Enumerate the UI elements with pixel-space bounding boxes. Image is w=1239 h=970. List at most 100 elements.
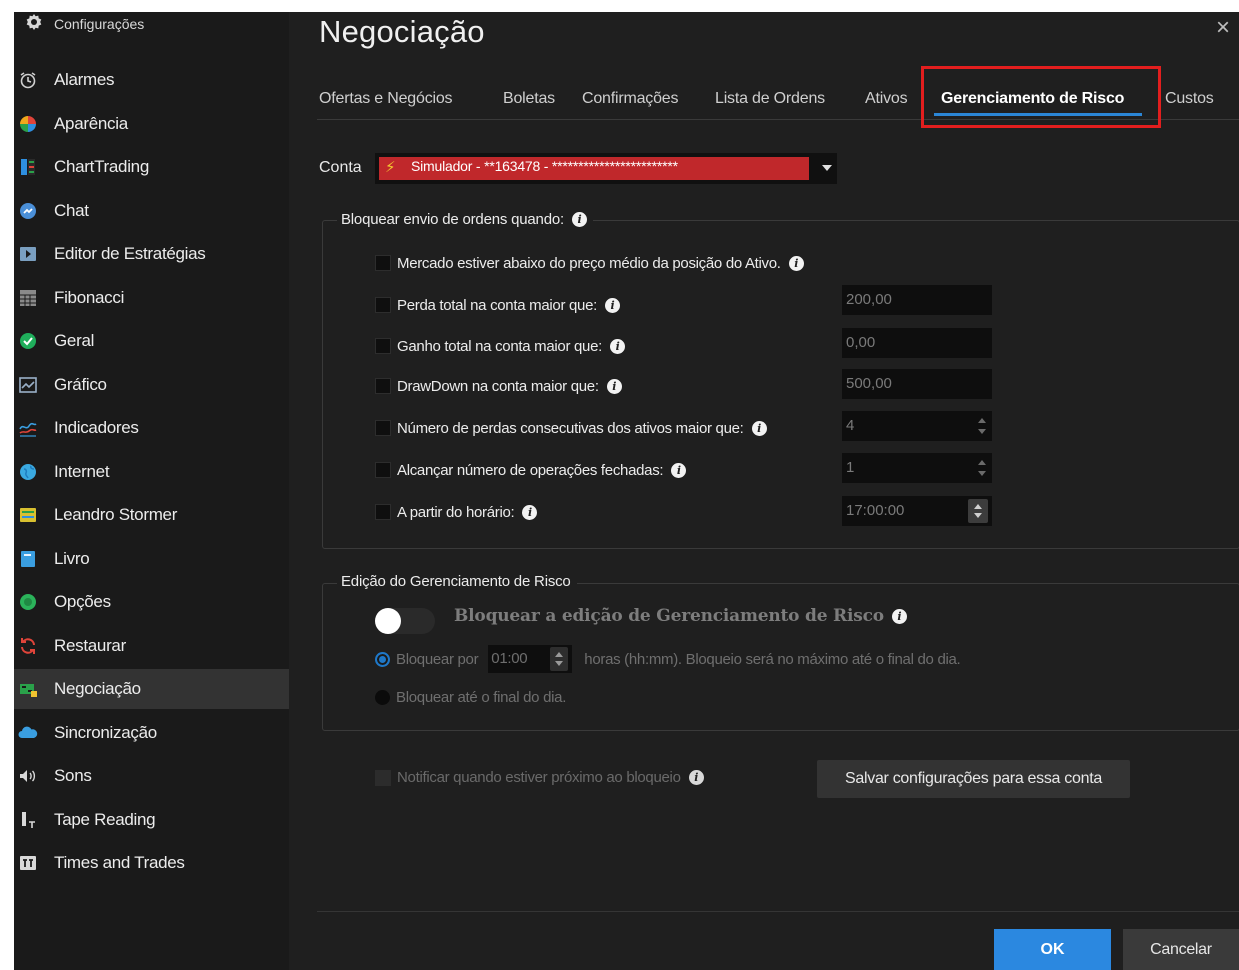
block-edit-label-text: Bloquear a edição de Gerenciamento de Ri… [454, 606, 884, 626]
rule-checkbox[interactable] [375, 420, 391, 436]
horario-input[interactable]: 17:00:00 [842, 496, 992, 526]
stepper-arrows-icon[interactable] [976, 415, 988, 437]
info-icon[interactable]: i [788, 255, 804, 271]
rule-label: Ganho total na conta maior que: [397, 337, 603, 355]
info-icon[interactable]: i [522, 504, 538, 520]
sidebar-item-times-and-trades[interactable]: Times and Trades [14, 843, 289, 883]
radio-bloquear-final-dia[interactable] [375, 690, 390, 705]
stepper-arrows-icon[interactable] [550, 647, 569, 671]
tab-lista-de-ordens[interactable]: Lista de Ordens [715, 90, 825, 108]
sidebar-item-leandro-stormer[interactable]: Leandro Stormer [14, 495, 289, 535]
tab-custos[interactable]: Custos [1165, 90, 1214, 108]
rule-checkbox[interactable] [375, 297, 391, 313]
restore-arrows-icon [18, 636, 38, 656]
conta-select[interactable]: ⚡ Simulador - **163478 - ***************… [375, 153, 837, 184]
sidebar-item-label: Chat [54, 201, 89, 220]
sidebar-item-label: Negociação [54, 679, 141, 698]
tape-reading-icon [18, 810, 38, 830]
rule-checkbox[interactable] [375, 462, 391, 478]
close-icon[interactable]: × [1211, 14, 1235, 42]
info-icon[interactable]: i [751, 420, 767, 436]
save-account-settings-button[interactable]: Salvar configurações para essa conta [817, 760, 1130, 798]
page-title: Negociação [319, 14, 485, 49]
ok-button[interactable]: OK [994, 929, 1111, 970]
fibonacci-grid-icon [18, 288, 38, 308]
bloqueio-time-value: 01:00 [491, 650, 528, 667]
user-card-icon [18, 505, 38, 525]
palette-pie-icon [18, 114, 38, 134]
sidebar-item-tape-reading[interactable]: Tape Reading [14, 800, 289, 840]
bloqueio-time-input[interactable]: 01:00 [488, 645, 573, 673]
perda-total-input[interactable]: 200,00 [842, 285, 992, 315]
rule-label: A partir do horário: [397, 503, 515, 521]
info-icon[interactable]: i [891, 608, 907, 624]
sidebar-item-sincronizacao[interactable]: Sincronização [14, 713, 289, 753]
sidebar-item-editor-estrategias[interactable]: Editor de Estratégias [14, 234, 289, 274]
stepper-arrows-icon[interactable] [976, 457, 988, 479]
stepper-arrows-icon[interactable] [968, 499, 988, 523]
rule-label: Alcançar número de operações fechadas: [397, 461, 664, 479]
rule-row-perdas-consecutivas: Número de perdas consecutivas dos ativos… [375, 416, 767, 440]
info-icon[interactable]: i [688, 770, 704, 785]
tab-confirmacoes[interactable]: Confirmações [582, 90, 679, 108]
info-icon[interactable]: i [610, 338, 626, 354]
info-icon[interactable]: i [671, 462, 687, 478]
sidebar-item-geral[interactable]: Geral [14, 321, 289, 361]
info-icon[interactable]: i [605, 297, 620, 313]
rule-row-perda-total: Perda total na conta maior que: i [375, 293, 620, 317]
rule-checkbox[interactable] [375, 504, 391, 520]
sidebar-item-grafico[interactable]: Gráfico [14, 365, 289, 405]
gear-icon [24, 12, 44, 37]
notify-row: Notificar quando estiver próximo ao bloq… [375, 769, 704, 786]
rule-checkbox[interactable] [375, 338, 391, 354]
options-circle-icon [18, 592, 38, 612]
operacoes-fechadas-input[interactable]: 1 [842, 453, 992, 483]
rule-label: Perda total na conta maior que: [397, 296, 597, 314]
info-icon[interactable]: i [571, 212, 587, 227]
rule-label: Número de perdas consecutivas dos ativos… [397, 419, 744, 437]
sidebar-item-charttrading[interactable]: ChartTrading [14, 147, 289, 187]
block-edit-toggle[interactable] [375, 608, 435, 634]
notify-checkbox[interactable] [375, 769, 391, 786]
bolt-icon: ⚡ [385, 159, 396, 176]
sidebar-item-alarmes[interactable]: Alarmes [14, 60, 289, 100]
info-icon[interactable]: i [606, 378, 622, 394]
radio-bloquear-por[interactable] [375, 651, 390, 667]
sidebar-item-label: Opções [54, 592, 111, 611]
rule-checkbox[interactable] [375, 255, 391, 271]
perdas-consecutivas-input[interactable]: 4 [842, 411, 992, 441]
tab-boletas[interactable]: Boletas [503, 90, 555, 108]
sidebar-item-indicadores[interactable]: Indicadores [14, 408, 289, 448]
sidebar-item-label: Sincronização [54, 723, 157, 742]
sidebar-item-aparencia[interactable]: Aparência [14, 104, 289, 144]
sidebar-item-negociacao[interactable]: Negociação [14, 669, 289, 709]
tab-ofertas-e-negocios[interactable]: Ofertas e Negócios [319, 90, 453, 108]
chart-trading-icon [18, 157, 38, 177]
tab-ativos[interactable]: Ativos [865, 90, 908, 108]
cancel-button[interactable]: Cancelar [1123, 929, 1239, 970]
sidebar-item-chat[interactable]: Chat [14, 191, 289, 231]
rule-row-ganho-total: Ganho total na conta maior que: i [375, 334, 626, 358]
sidebar-item-label: Alarmes [54, 70, 115, 89]
rule-row-drawdown: DrawDown na conta maior que: i [375, 374, 622, 398]
chat-bubble-icon [18, 201, 38, 221]
sidebar-item-internet[interactable]: Internet [14, 452, 289, 492]
block-orders-group-title: Bloquear envio de ordens quando: i [337, 211, 593, 228]
sidebar-item-label: Editor de Estratégias [54, 244, 206, 263]
toggle-knob [375, 608, 401, 634]
sidebar-item-livro[interactable]: Livro [14, 539, 289, 579]
sidebar-item-opcoes[interactable]: Opções [14, 582, 289, 622]
sidebar-item-label: ChartTrading [54, 157, 149, 176]
block-edit-label: Bloquear a edição de Gerenciamento de Ri… [454, 606, 907, 626]
sidebar-item-restaurar[interactable]: Restaurar [14, 626, 289, 666]
rule-checkbox[interactable] [375, 378, 391, 394]
ganho-total-input[interactable]: 0,00 [842, 328, 992, 358]
radio-bloquear-por-suffix: horas (hh:mm). Bloqueio será no máximo a… [584, 650, 961, 668]
sidebar-item-sons[interactable]: Sons [14, 756, 289, 796]
sidebar-item-label: Sons [54, 766, 92, 785]
chevron-down-icon[interactable] [822, 165, 832, 171]
indicator-lines-icon [18, 418, 38, 438]
radio-row-bloquear-por: Bloquear por 01:00 horas (hh:mm). Bloque… [375, 645, 961, 673]
sidebar-item-fibonacci[interactable]: Fibonacci [14, 278, 289, 318]
drawdown-input[interactable]: 500,00 [842, 369, 992, 399]
